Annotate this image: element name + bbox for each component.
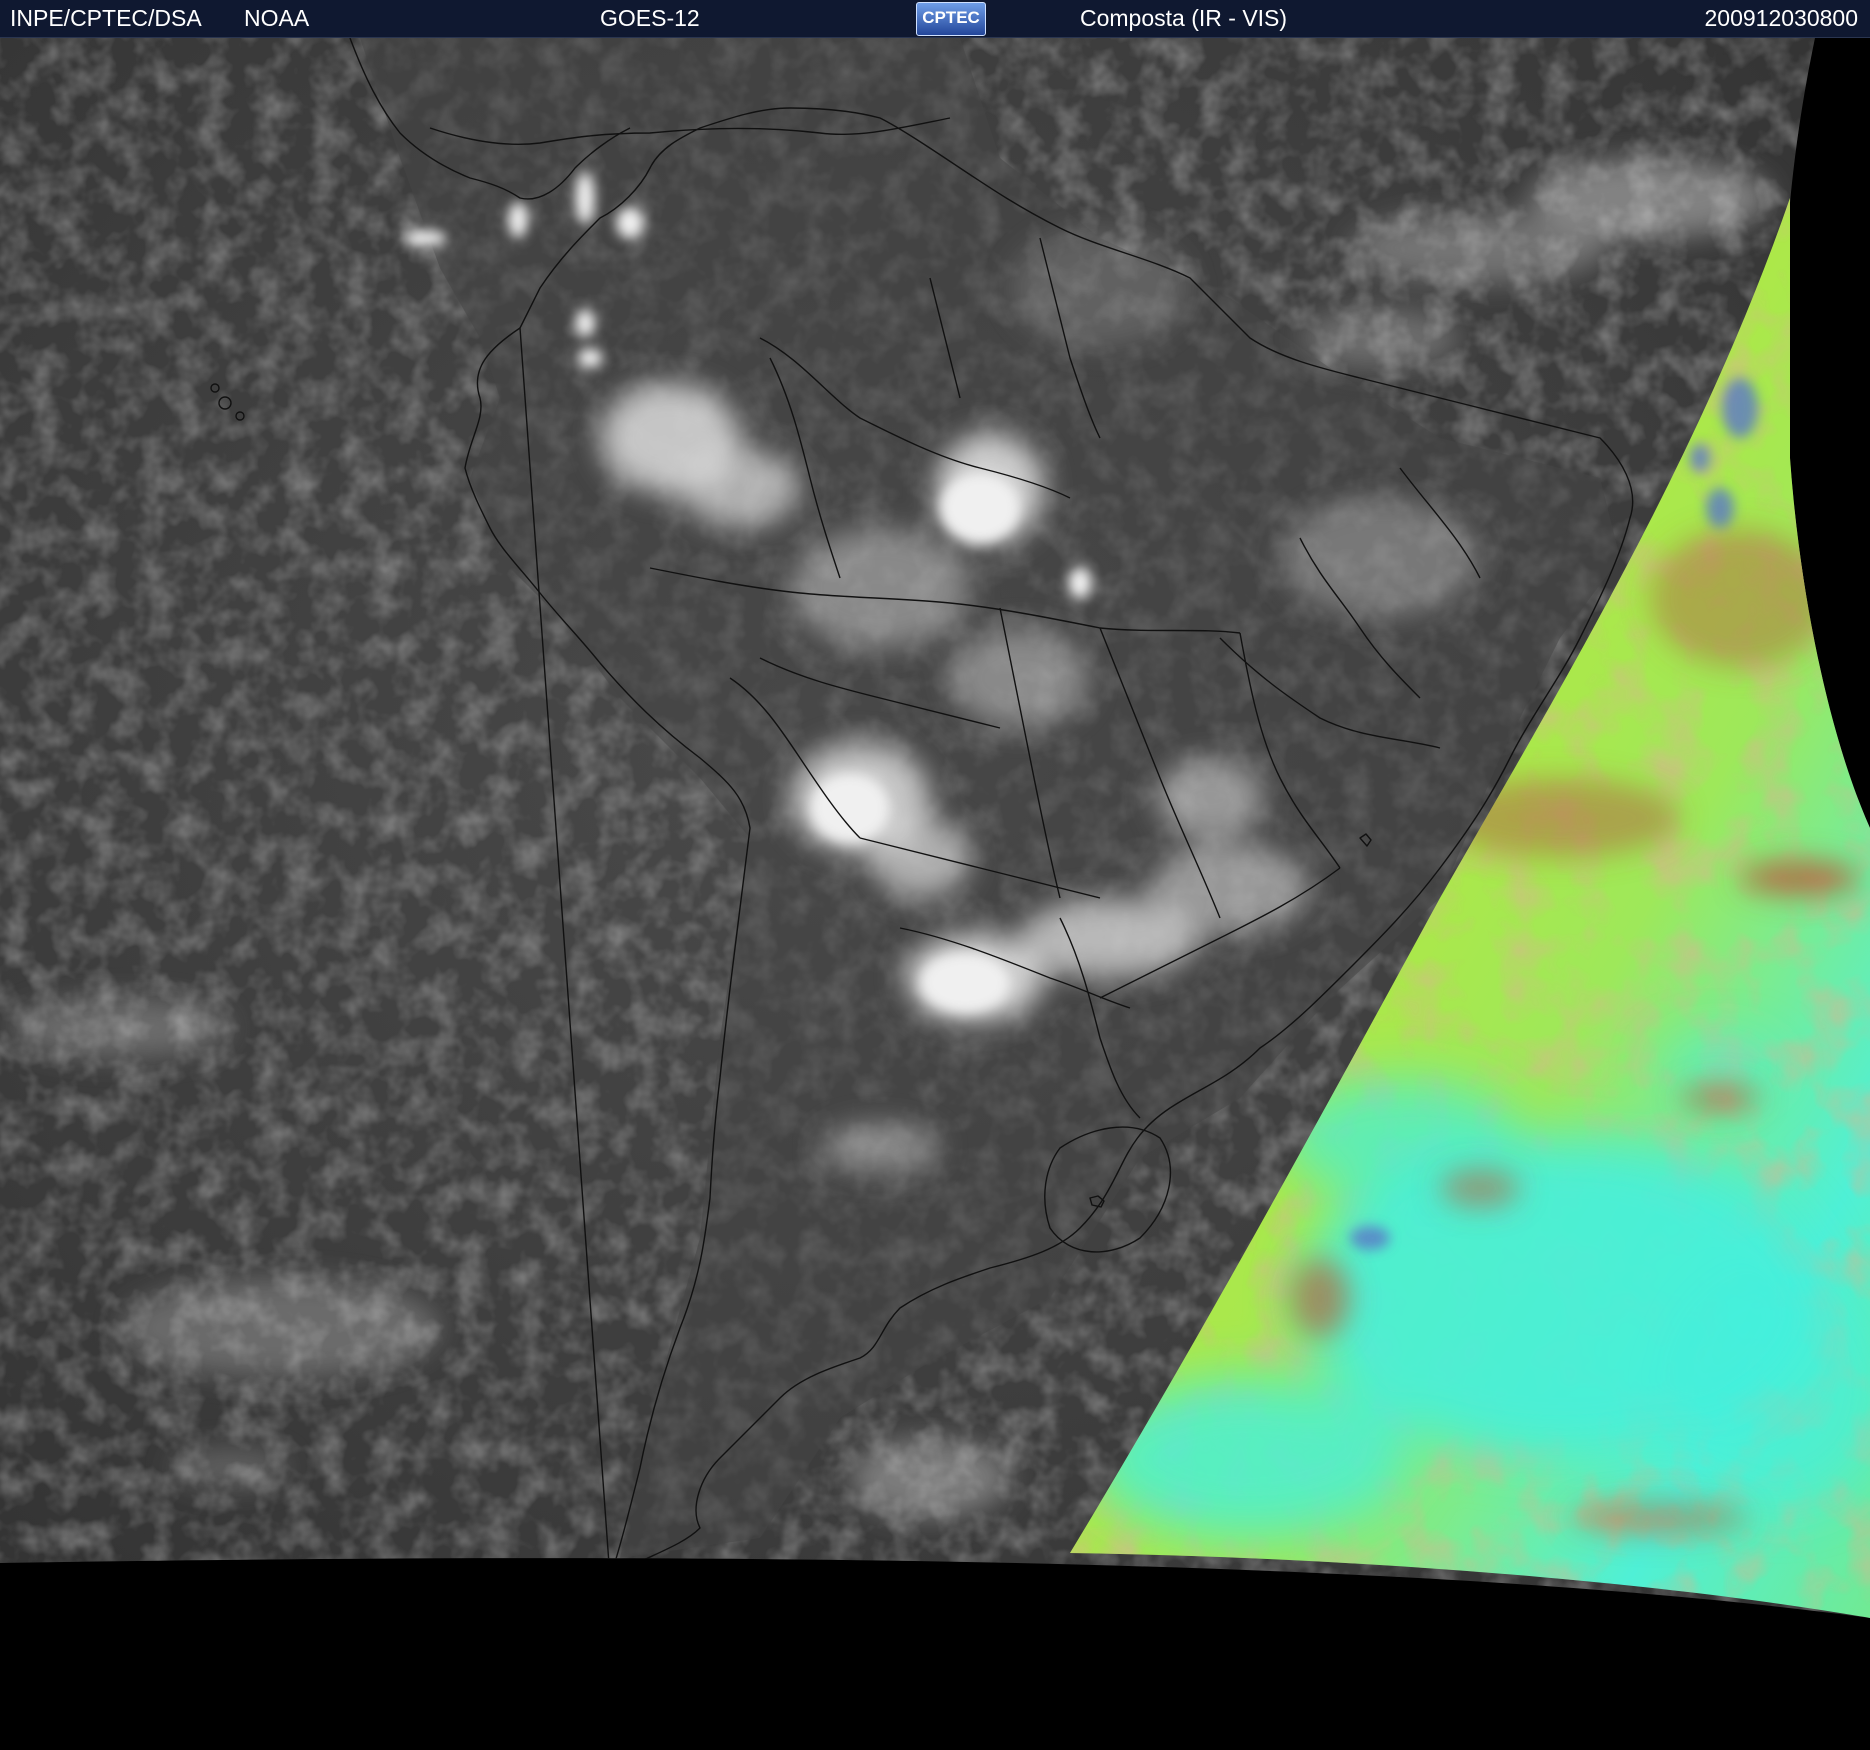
satellite-composite	[0, 38, 1870, 1750]
timestamp-label: 200912030800	[1704, 5, 1859, 31]
organization-label: INPE/CPTEC/DSA	[10, 5, 202, 31]
satellite-label: GOES-12	[600, 5, 700, 31]
agency-label: NOAA	[244, 5, 310, 31]
header-bar: INPE/CPTEC/DSA NOAA GOES-12 CPTEC Compos…	[0, 0, 1870, 38]
cptec-logo: CPTEC	[916, 2, 986, 36]
product-label: Composta (IR - VIS)	[1080, 5, 1288, 31]
satellite-image	[0, 38, 1870, 1750]
